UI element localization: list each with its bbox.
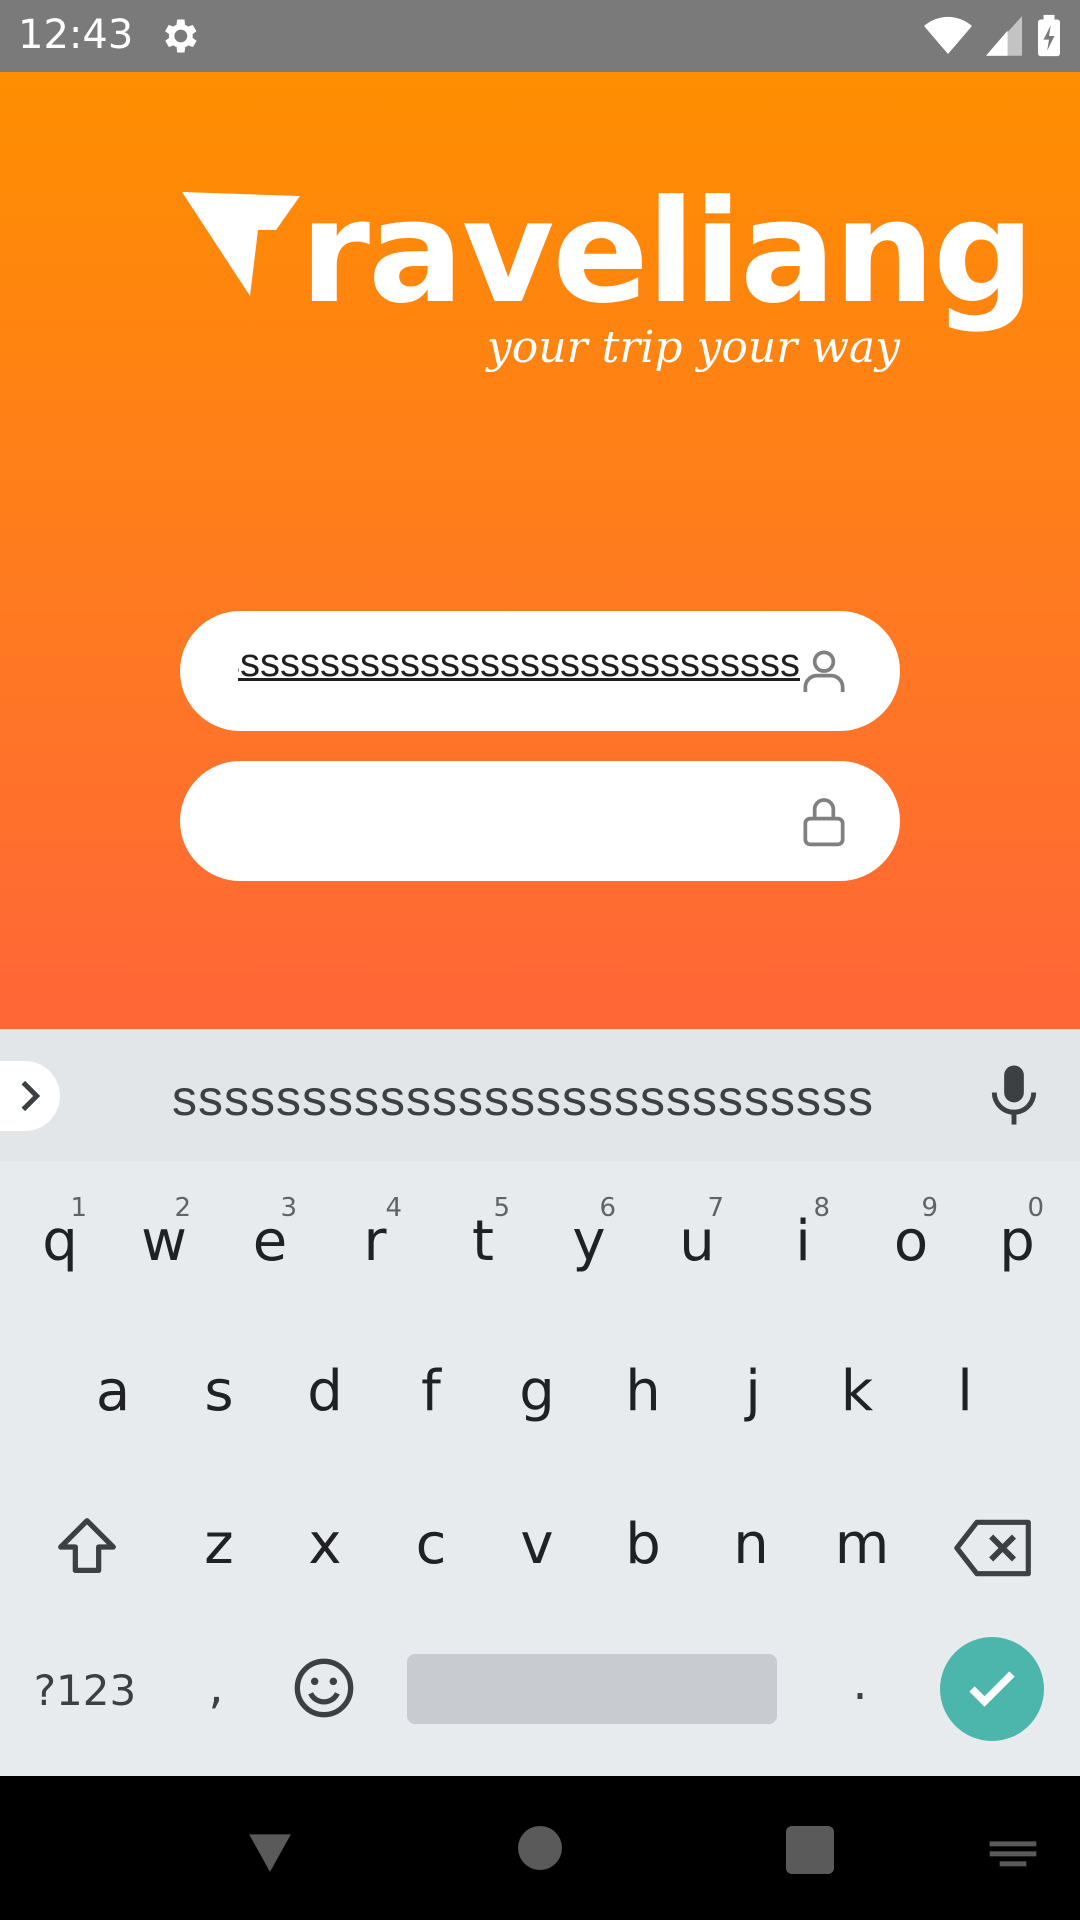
home-button[interactable] [518,1826,562,1870]
comma-key[interactable]: , [196,1659,236,1715]
microphone-icon[interactable] [984,1063,1044,1127]
space-key[interactable] [407,1654,777,1724]
status-time: 12:43 [18,12,134,58]
key-g[interactable]: g [494,1359,580,1424]
emoji-icon[interactable] [292,1656,356,1720]
backspace-icon[interactable] [954,1516,1034,1580]
key-i[interactable]: i8 [760,1193,846,1274]
login-screen: raveliang your trip your way sssssssssss… [0,72,1080,1029]
key-y[interactable]: y6 [546,1193,632,1274]
key-n[interactable]: n [708,1512,794,1577]
gear-icon [165,19,197,53]
keyboard-switch-icon[interactable] [988,1836,1038,1870]
logo-mark-icon [182,192,300,296]
shift-icon[interactable] [52,1512,122,1582]
password-field[interactable] [180,761,900,881]
suggestion-word[interactable]: sssssssssssssssssssssssssss [172,1069,874,1127]
key-b[interactable]: b [600,1512,686,1577]
key-u[interactable]: u7 [654,1193,740,1274]
key-h[interactable]: h [600,1359,686,1424]
expand-suggestions-button[interactable] [0,1061,60,1131]
logo-wordmark: raveliang [300,170,1035,335]
system-navigation-bar [0,1776,1080,1920]
back-icon[interactable] [245,1826,295,1876]
key-o[interactable]: o9 [868,1193,954,1274]
key-m[interactable]: m [814,1512,910,1577]
key-q[interactable]: q1 [17,1193,103,1274]
key-z[interactable]: z [176,1512,262,1577]
lock-icon [803,798,845,847]
key-a[interactable]: a [70,1359,156,1424]
done-button[interactable] [940,1637,1044,1741]
key-x[interactable]: x [282,1512,368,1577]
checkmark-icon [969,1671,1015,1707]
password-input[interactable] [238,791,800,851]
username-field[interactable]: ssssssssssssssssssssssssssssssssss [180,611,900,731]
key-f[interactable]: f [388,1359,474,1424]
key-k[interactable]: k [814,1359,900,1424]
keyboard-row-2: a s d f g h j k l [0,1359,1080,1479]
keyboard-row-1: q1 w2 e3 r4 t5 y6 u7 i8 o9 p0 [0,1193,1080,1329]
key-r[interactable]: r4 [332,1193,418,1274]
recents-button[interactable] [786,1826,834,1874]
status-icons [924,14,1062,58]
key-e[interactable]: e3 [227,1193,313,1274]
keyboard-row-3: z x c v b n m [0,1512,1080,1632]
symbols-key[interactable]: ?123 [30,1666,140,1715]
user-icon [803,650,845,692]
key-j[interactable]: j [710,1359,796,1424]
chevron-right-icon [21,1080,41,1112]
status-bar: 12:43 [0,0,1080,72]
period-key[interactable]: . [840,1655,880,1711]
key-v[interactable]: v [494,1512,580,1577]
app-logo: raveliang your trip your way [180,182,1035,392]
username-input[interactable]: ssssssssssssssssssssssssssssssssss [238,641,800,701]
key-p[interactable]: p0 [974,1193,1060,1274]
key-w[interactable]: w2 [121,1193,207,1274]
battery-charging-icon [1038,14,1060,57]
logo-tagline: your trip your way [486,322,900,373]
key-c[interactable]: c [388,1512,474,1577]
soft-keyboard: sssssssssssssssssssssssssss q1 w2 e3 r4 … [0,1029,1080,1776]
cellular-icon [986,16,1022,56]
key-s[interactable]: s [176,1359,262,1424]
key-d[interactable]: d [282,1359,368,1424]
wifi-icon [924,16,972,54]
key-l[interactable]: l [922,1359,1008,1424]
suggestion-strip: sssssssssssssssssssssssssss [0,1029,1080,1161]
key-t[interactable]: t5 [440,1193,526,1274]
